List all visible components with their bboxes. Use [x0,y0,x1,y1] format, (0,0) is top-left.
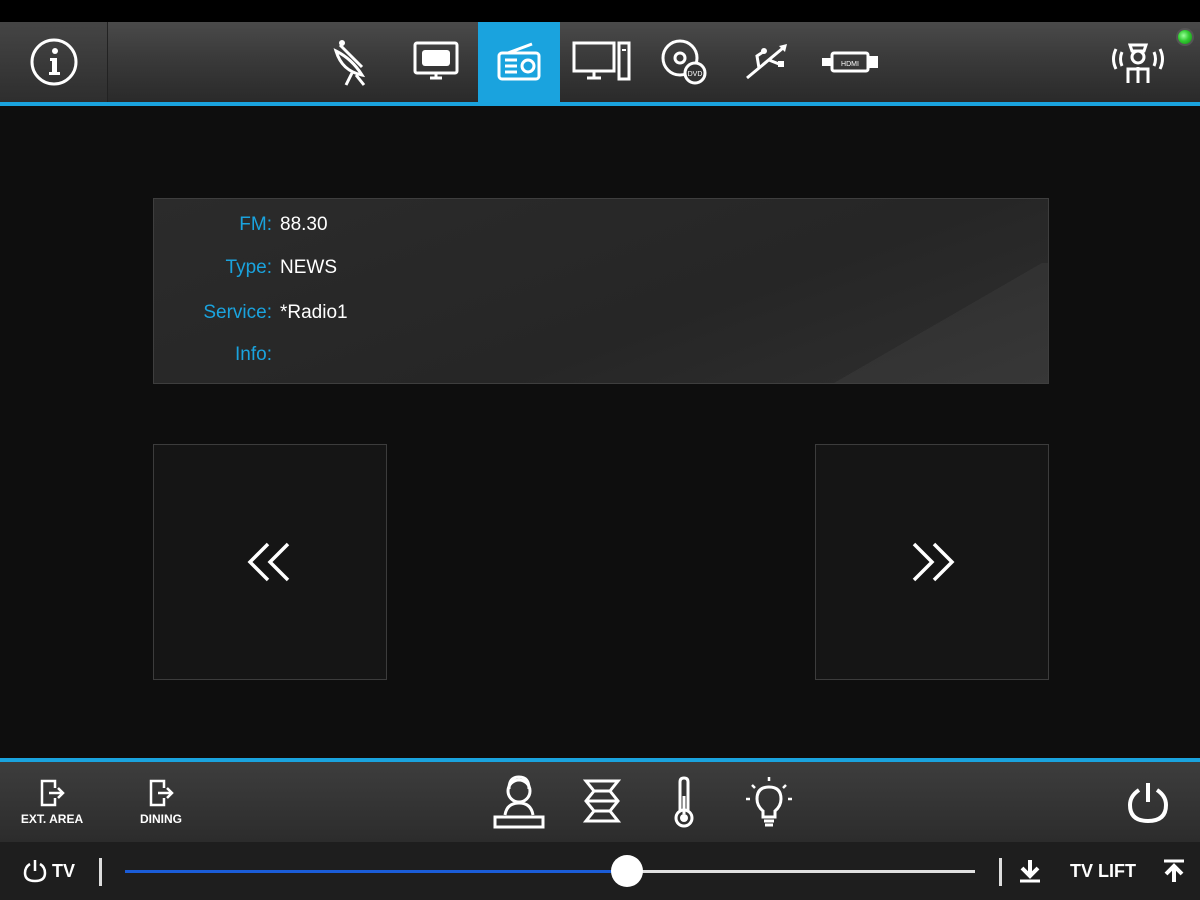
service-value: *Radio1 [280,302,348,323]
ext-area-label: EXT. AREA [20,812,84,826]
dvd-icon: DVD [661,39,707,85]
type-row: Type: NEWS [154,256,337,280]
light-bulb-icon [746,777,792,827]
power-icon [1127,783,1169,824]
tv-lift-down-button[interactable] [1018,858,1042,889]
hdmi-icon: HDMI [822,51,878,73]
hdmi-tab[interactable]: HDMI [808,22,892,102]
type-value: NEWS [280,257,337,278]
apple-tv-tab[interactable] [396,22,476,102]
apple-tv-icon [413,41,459,80]
attendant-button[interactable] [488,762,550,842]
connection-status-led [1176,28,1194,46]
dining-label: DINING [140,812,182,826]
info-label: Info: [235,344,272,365]
blinds-icon [582,779,622,823]
radio-main-area: FM: 88.30 Type: NEWS Service: *Radio1 In… [0,106,1200,758]
type-label: Type: [225,257,272,278]
separator [99,858,102,886]
power-button[interactable] [1118,762,1178,842]
arrow-down-to-line-icon [1020,860,1040,883]
exit-door-icon [149,779,174,807]
crew-call-icon [1112,43,1164,83]
double-chevron-right-icon [912,542,955,582]
next-station-button[interactable] [815,444,1049,680]
bottom-navigation-bar: EXT. AREA DINING [0,758,1200,842]
separator [999,858,1002,886]
volume-slider-fill [125,870,627,873]
arrow-up-from-line-icon [1164,859,1184,882]
satellite-dish-icon [333,40,366,86]
service-label: Service: [203,302,272,323]
tv-lift-up-button[interactable] [1162,858,1186,889]
exit-door-icon [40,779,65,807]
tv-control-bar: TV TV LIFT [0,842,1200,900]
power-icon [23,860,47,883]
system-status-bar [0,0,1200,22]
thermometer-icon [674,776,694,828]
panel-sheen [828,263,1048,383]
radio-tab[interactable] [478,22,560,102]
climate-button[interactable] [656,762,712,842]
dining-button[interactable]: DINING [124,762,198,842]
info-row: Info: [154,343,280,367]
lighting-button[interactable] [740,762,798,842]
top-navigation-bar: DVD HDMI [0,22,1200,106]
dvd-tab[interactable]: DVD [644,22,724,102]
previous-station-button[interactable] [153,444,387,680]
tv-power-button[interactable]: TV [22,858,75,884]
blinds-button[interactable] [572,762,632,842]
satellite-tv-tab[interactable] [314,22,394,102]
attendant-icon [493,775,545,829]
usb-tab[interactable] [726,22,806,102]
radio-info-panel: FM: 88.30 Type: NEWS Service: *Radio1 In… [153,198,1049,384]
svg-text:HDMI: HDMI [841,61,859,68]
radio-icon [497,42,541,81]
svg-text:DVD: DVD [688,71,703,78]
volume-slider-track[interactable] [125,855,975,887]
info-button[interactable] [0,22,108,102]
usb-icon [746,44,787,80]
fm-row: FM: 88.30 [154,213,328,237]
computer-icon [572,41,631,81]
volume-slider-thumb[interactable] [610,855,643,887]
ext-area-button[interactable]: EXT. AREA [10,762,94,842]
fm-label: FM: [239,214,272,235]
crew-call-button[interactable] [1098,22,1178,102]
service-row: Service: *Radio1 [154,301,348,325]
tv-label: TV [52,860,76,881]
fm-value: 88.30 [280,214,328,235]
pc-tab[interactable] [562,22,642,102]
tv-lift-label: TV LIFT [1070,861,1136,881]
double-chevron-left-icon [247,542,290,582]
info-icon [30,38,77,86]
